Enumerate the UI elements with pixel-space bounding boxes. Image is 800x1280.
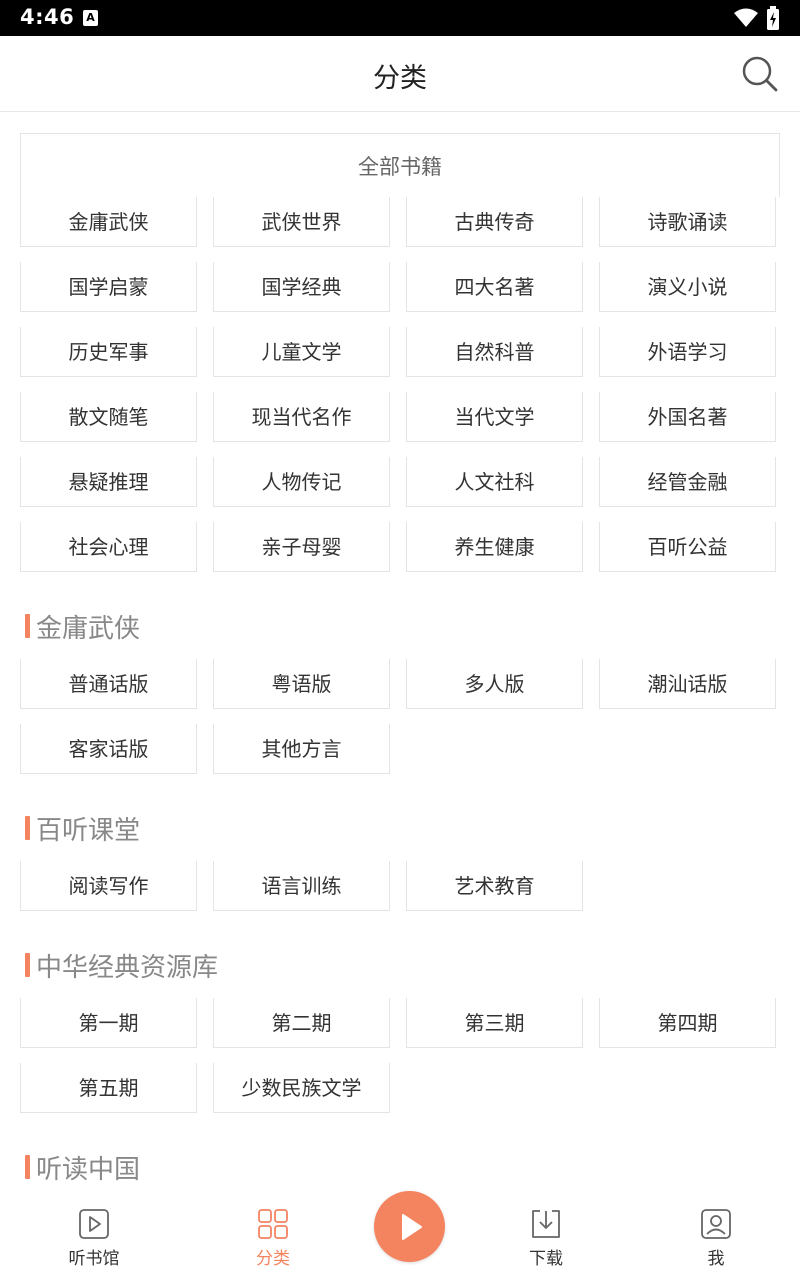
nav-label: 下载	[529, 1249, 563, 1269]
section-item[interactable]: 普通话版	[20, 659, 197, 709]
all-books-button[interactable]: 全部书籍	[20, 133, 780, 197]
section-item[interactable]: 第一期	[20, 998, 197, 1048]
category-item[interactable]: 经管金融	[599, 457, 776, 507]
play-button[interactable]	[374, 1191, 445, 1262]
section-item[interactable]: 第二期	[213, 998, 390, 1048]
category-item[interactable]: 诗歌诵读	[599, 197, 776, 247]
wifi-icon	[734, 8, 758, 27]
category-content[interactable]: 全部书籍 金庸武侠 武侠世界 古典传奇 诗歌诵读 国学启蒙 国学经典 四大名著 …	[0, 112, 800, 1190]
category-item[interactable]: 自然科普	[406, 327, 583, 377]
category-item[interactable]: 人文社科	[406, 457, 583, 507]
page-title: 分类	[373, 63, 427, 94]
category-item[interactable]: 演义小说	[599, 262, 776, 312]
section-grid-classroom: 阅读写作 语言训练 艺术教育	[20, 861, 780, 911]
section-title-text: 听读中国	[36, 1154, 141, 1185]
section-title-text: 中华经典资源库	[36, 952, 219, 983]
section-item[interactable]: 阅读写作	[20, 861, 197, 911]
section-item[interactable]: 其他方言	[213, 724, 390, 774]
category-item[interactable]: 现当代名作	[213, 392, 390, 442]
nav-label: 我	[707, 1249, 725, 1269]
section-marker	[25, 1155, 30, 1179]
grid-icon	[258, 1209, 288, 1239]
category-item[interactable]: 亲子母婴	[213, 522, 390, 572]
section-grid-classics: 第一期 第二期 第三期 第四期 第五期 少数民族文学	[20, 998, 780, 1113]
category-item[interactable]: 武侠世界	[213, 197, 390, 247]
battery-icon	[767, 6, 779, 30]
search-button[interactable]	[740, 54, 780, 94]
category-grid: 金庸武侠 武侠世界 古典传奇 诗歌诵读 国学启蒙 国学经典 四大名著 演义小说 …	[20, 197, 780, 572]
section-item[interactable]: 第三期	[406, 998, 583, 1048]
category-item[interactable]: 国学经典	[213, 262, 390, 312]
section-title-text: 百听课堂	[36, 815, 141, 846]
download-icon	[532, 1210, 560, 1238]
category-item[interactable]: 儿童文学	[213, 327, 390, 377]
play-icon	[401, 1213, 422, 1240]
nav-label: 分类	[256, 1249, 290, 1269]
section-title-jinyong: 金庸武侠	[25, 611, 140, 644]
category-item[interactable]: 人物传记	[213, 457, 390, 507]
section-title-text: 金庸武侠	[36, 613, 141, 644]
nav-tab-download[interactable]: 下载	[486, 1208, 606, 1269]
category-item[interactable]: 悬疑推理	[20, 457, 197, 507]
category-item[interactable]: 当代文学	[406, 392, 583, 442]
nav-label: 听书馆	[68, 1249, 120, 1269]
category-item[interactable]: 养生健康	[406, 522, 583, 572]
search-icon	[742, 56, 778, 92]
nav-tab-profile[interactable]: 我	[656, 1208, 776, 1269]
category-item[interactable]: 国学启蒙	[20, 262, 197, 312]
play-square-icon	[79, 1209, 109, 1239]
category-item[interactable]: 外国名著	[599, 392, 776, 442]
section-item[interactable]: 多人版	[406, 659, 583, 709]
category-item[interactable]: 百听公益	[599, 522, 776, 572]
status-time: 4:46	[20, 5, 75, 29]
user-icon	[701, 1209, 731, 1239]
category-item[interactable]: 散文随笔	[20, 392, 197, 442]
section-title-classics: 中华经典资源库	[25, 950, 218, 983]
section-grid-jinyong: 普通话版 粤语版 多人版 潮汕话版 客家话版 其他方言	[20, 659, 780, 774]
section-title-classroom: 百听课堂	[25, 813, 140, 846]
section-marker	[25, 953, 30, 977]
section-item[interactable]: 第五期	[20, 1063, 197, 1113]
notification-icon: A	[83, 10, 98, 26]
nav-tab-categories[interactable]: 分类	[213, 1208, 333, 1269]
category-item[interactable]: 古典传奇	[406, 197, 583, 247]
category-item[interactable]: 社会心理	[20, 522, 197, 572]
section-item[interactable]: 客家话版	[20, 724, 197, 774]
status-indicators	[734, 6, 780, 30]
section-marker	[25, 614, 30, 638]
section-item[interactable]: 第四期	[599, 998, 776, 1048]
nav-tab-library[interactable]: 听书馆	[34, 1208, 154, 1269]
section-marker	[25, 816, 30, 840]
status-bar: 4:46 A	[0, 0, 800, 36]
section-item[interactable]: 粤语版	[213, 659, 390, 709]
section-item[interactable]: 语言训练	[213, 861, 390, 911]
category-item[interactable]: 金庸武侠	[20, 197, 197, 247]
category-item[interactable]: 外语学习	[599, 327, 776, 377]
section-item[interactable]: 潮汕话版	[599, 659, 776, 709]
section-item[interactable]: 少数民族文学	[213, 1063, 390, 1113]
category-item[interactable]: 历史军事	[20, 327, 197, 377]
category-item[interactable]: 四大名著	[406, 262, 583, 312]
app-header: 分类	[0, 36, 800, 112]
section-title-listen-china: 听读中国	[25, 1152, 140, 1185]
section-item[interactable]: 艺术教育	[406, 861, 583, 911]
